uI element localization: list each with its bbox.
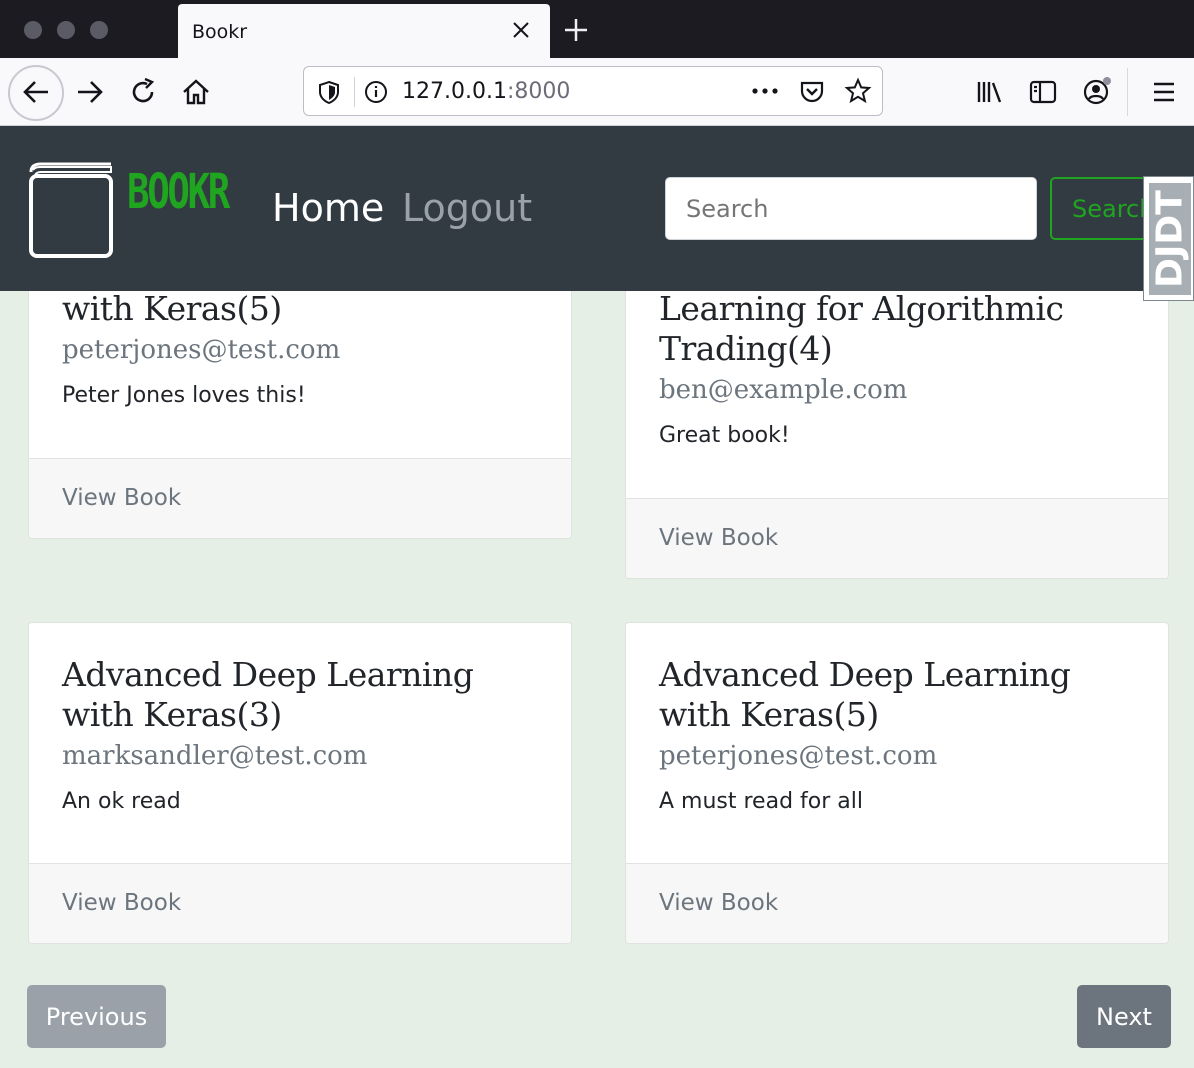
tab-title: Bookr xyxy=(192,21,248,43)
reviewer-email: peterjones@test.com xyxy=(62,335,341,365)
card-footer: View Book xyxy=(626,863,1168,943)
review-card: Advanced Deep Learning with Keras(3) mar… xyxy=(28,622,572,944)
card-footer: View Book xyxy=(29,863,571,943)
url-text: 127.0.0.1:8000 xyxy=(402,79,570,104)
book-title: with Keras(5) xyxy=(62,289,282,328)
url-host: 127.0.0.1 xyxy=(402,79,507,104)
reviewer-email: peterjones@test.com xyxy=(659,741,938,771)
library-icon[interactable] xyxy=(972,74,1008,110)
pocket-icon[interactable] xyxy=(798,78,826,106)
book-logo-icon[interactable] xyxy=(27,158,115,260)
window-zoom-dot[interactable] xyxy=(90,21,108,39)
view-book-link[interactable]: View Book xyxy=(659,525,778,551)
review-card: Learning for Algorithmic Trading(4) ben@… xyxy=(625,250,1169,579)
window-minimize-dot[interactable] xyxy=(57,21,75,39)
search-input[interactable] xyxy=(665,177,1037,240)
card-footer: View Book xyxy=(29,458,571,538)
close-tab-icon[interactable] xyxy=(508,17,534,43)
book-title: Advanced Deep Learning with Keras(3) xyxy=(62,655,474,734)
nav-home-link[interactable]: Home xyxy=(272,186,384,230)
django-debug-toolbar-handle[interactable]: DJDT xyxy=(1143,176,1194,301)
new-tab-icon[interactable] xyxy=(562,16,590,44)
view-book-link[interactable]: View Book xyxy=(62,485,181,511)
view-book-link[interactable]: View Book xyxy=(62,890,181,916)
menu-hamburger-icon[interactable] xyxy=(1146,74,1182,110)
shield-icon[interactable] xyxy=(316,79,342,105)
more-actions-icon[interactable] xyxy=(750,85,780,97)
review-card: with Keras(5) peterjones@test.com Peter … xyxy=(28,250,572,539)
bookmark-star-icon[interactable] xyxy=(844,77,872,105)
reviewer-email: ben@example.com xyxy=(659,375,908,405)
book-title: Learning for Algorithmic Trading(4) xyxy=(659,289,1064,368)
reload-icon[interactable] xyxy=(125,74,161,110)
book-title: Advanced Deep Learning with Keras(5) xyxy=(659,655,1071,734)
card-footer: View Book xyxy=(626,498,1168,578)
review-text: An ok read xyxy=(62,789,181,814)
reviewer-email: marksandler@test.com xyxy=(62,741,368,771)
next-page-button[interactable]: Next xyxy=(1077,985,1171,1048)
site-navbar: BOOKR Home Logout Search xyxy=(0,126,1194,291)
address-bar-divider xyxy=(354,77,355,107)
home-icon[interactable] xyxy=(178,74,214,110)
brand-name[interactable]: BOOKR xyxy=(127,164,230,220)
djdt-label: DJDT xyxy=(1149,190,1191,288)
info-icon[interactable] xyxy=(364,80,388,104)
previous-page-button[interactable]: Previous xyxy=(27,985,166,1048)
forward-arrow-icon[interactable] xyxy=(72,74,108,110)
browser-tab[interactable]: Bookr xyxy=(178,4,550,58)
window-close-dot[interactable] xyxy=(24,21,42,39)
view-book-link[interactable]: View Book xyxy=(659,890,778,916)
djdt-badge: DJDT xyxy=(1149,183,1191,295)
account-icon[interactable] xyxy=(1078,74,1114,110)
sidebar-icon[interactable] xyxy=(1025,74,1061,110)
address-bar[interactable]: 127.0.0.1:8000 xyxy=(303,66,883,116)
nav-logout-link[interactable]: Logout xyxy=(402,186,532,230)
review-text: Great book! xyxy=(659,423,790,448)
review-card: Advanced Deep Learning with Keras(5) pet… xyxy=(625,622,1169,944)
review-text: A must read for all xyxy=(659,789,863,814)
review-text: Peter Jones loves this! xyxy=(62,383,306,408)
back-arrow-icon[interactable] xyxy=(18,74,54,110)
browser-toolbar: 127.0.0.1:8000 xyxy=(0,58,1194,126)
toolbar-divider xyxy=(1127,68,1128,116)
browser-tab-bar: Bookr xyxy=(0,0,1194,58)
url-port: :8000 xyxy=(506,79,571,104)
